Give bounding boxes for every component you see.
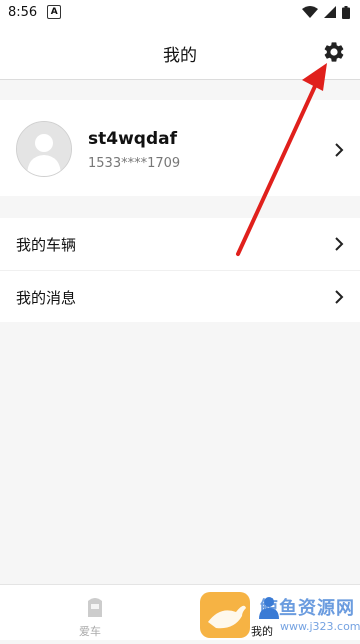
username: st4wqdaf xyxy=(88,129,177,149)
car-icon xyxy=(88,598,102,617)
watermark-url: www.j323.com xyxy=(280,620,360,633)
battery-icon xyxy=(342,5,350,19)
settings-button[interactable] xyxy=(322,40,346,64)
menu-item-label: 我的消息 xyxy=(16,289,77,307)
watermark-name: 鲸鱼资源网 xyxy=(260,598,355,619)
whale-logo-icon xyxy=(200,592,250,638)
tab-label: 爱车 xyxy=(79,625,101,638)
watermark: 鲸鱼资源网 www.j323.com xyxy=(198,590,360,640)
notification-icon: A xyxy=(47,5,62,19)
gear-icon xyxy=(324,42,344,62)
profile-card[interactable]: st4wqdaf 1533****1709 xyxy=(0,100,360,196)
signal-icon xyxy=(324,6,336,18)
menu-list: 我的车辆 我的消息 xyxy=(0,218,360,322)
avatar[interactable] xyxy=(16,121,72,177)
phone-number: 1533****1709 xyxy=(88,156,181,171)
menu-item-label: 我的车辆 xyxy=(16,236,77,254)
chevron-right-icon xyxy=(335,237,344,251)
wifi-icon xyxy=(302,6,318,18)
chevron-right-icon xyxy=(335,143,344,157)
tab-love-car[interactable]: 爱车 xyxy=(0,585,180,641)
page-title: 我的 xyxy=(163,46,197,66)
menu-item-my-vehicles[interactable]: 我的车辆 xyxy=(0,218,360,270)
status-right xyxy=(302,5,350,19)
chevron-right-icon xyxy=(335,290,344,304)
status-left: 8:56 A xyxy=(8,4,62,20)
default-avatar-icon xyxy=(17,122,71,176)
status-bar: 8:56 A xyxy=(0,0,360,24)
app-header: 我的 xyxy=(0,24,360,80)
status-time: 8:56 xyxy=(8,4,38,20)
menu-item-my-messages[interactable]: 我的消息 xyxy=(0,270,360,322)
